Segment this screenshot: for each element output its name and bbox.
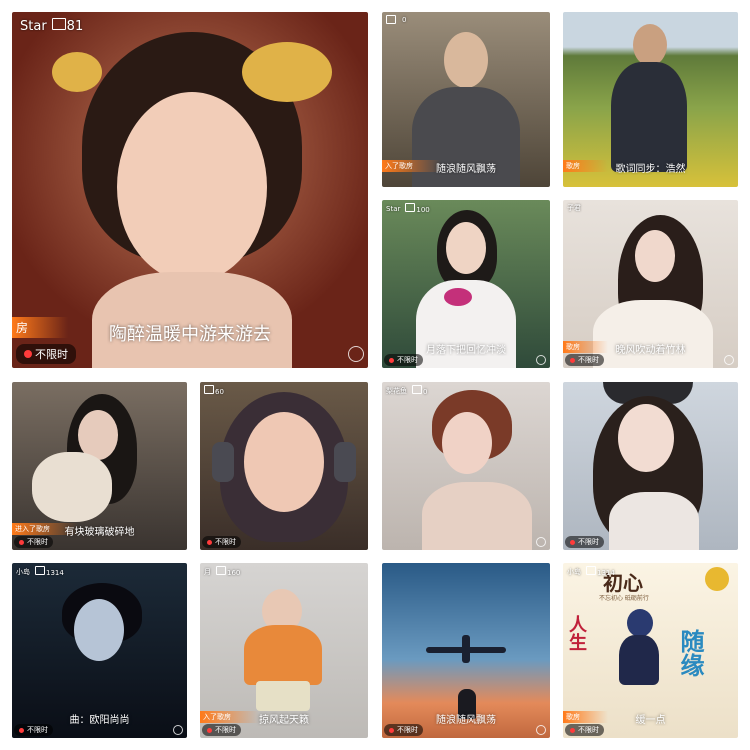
listener-count: 1314 bbox=[46, 569, 64, 577]
user-name: Star bbox=[20, 18, 47, 34]
gift-icon bbox=[51, 18, 66, 30]
user-name: 子君 bbox=[567, 204, 581, 212]
mute-icon[interactable] bbox=[173, 725, 183, 735]
mute-icon[interactable] bbox=[724, 355, 734, 365]
room-header: 月 160 bbox=[204, 566, 240, 577]
room-tile-4[interactable]: Star 100 月落下把回忆冲淡 不限时 bbox=[382, 200, 550, 368]
time-badge: 不限时 bbox=[384, 354, 423, 366]
listener-count: 0 bbox=[402, 15, 407, 24]
time-badge: 不限时 bbox=[565, 724, 604, 736]
song-lyric: 随浪随风飘荡 bbox=[436, 164, 496, 175]
live-dot-icon bbox=[389, 727, 394, 733]
time-badge: 不限时 bbox=[14, 724, 53, 736]
live-dot-icon bbox=[19, 727, 24, 733]
room-header: 梨花鱼 0 bbox=[386, 385, 427, 396]
room-tile-13[interactable]: 初心 不忘初心 砥砺前行 人生 随缘 小岛 1314 歌房 缓一点 不限时 bbox=[563, 563, 738, 738]
gift-icon bbox=[216, 566, 226, 575]
live-dot-icon bbox=[570, 727, 575, 733]
cover-photo bbox=[563, 382, 738, 550]
mute-icon[interactable] bbox=[536, 725, 546, 735]
gift-icon bbox=[386, 15, 396, 24]
live-dot-icon bbox=[207, 539, 212, 545]
room-header: 60 bbox=[204, 385, 224, 396]
room-tile-6[interactable]: 进入了歌房 有块玻璃破碎地 不限时 bbox=[12, 382, 187, 550]
time-badge: 不限时 bbox=[202, 724, 241, 736]
live-dot-icon bbox=[19, 539, 24, 545]
user-name: 月 bbox=[204, 567, 211, 576]
user-name: 小岛 bbox=[567, 567, 581, 576]
time-badge: 不限时 bbox=[565, 536, 604, 548]
room-header: 小岛 1314 bbox=[567, 566, 615, 577]
time-badge: 不限时 bbox=[16, 344, 76, 364]
song-lyric: 歌词同步：浩然 bbox=[615, 164, 686, 175]
room-tile-8[interactable]: 梨花鱼 0 bbox=[382, 382, 550, 550]
listener-count: 1314 bbox=[597, 569, 615, 577]
room-tile-7[interactable]: 60 不限时 bbox=[200, 382, 368, 550]
mute-icon[interactable] bbox=[348, 346, 364, 362]
room-tile-5[interactable]: 子君 歌房 晚风吹动着竹林 不限时 bbox=[563, 200, 738, 368]
live-dot-icon bbox=[389, 357, 394, 363]
gift-icon bbox=[412, 385, 422, 394]
gift-icon bbox=[35, 566, 45, 575]
room-tile-3[interactable]: 歌房 歌词同步：浩然 bbox=[563, 12, 738, 187]
live-dot-icon bbox=[570, 357, 575, 363]
gift-icon bbox=[405, 203, 416, 212]
room-header: 子君 bbox=[567, 203, 581, 213]
mute-icon[interactable] bbox=[536, 355, 546, 365]
cover-photo bbox=[382, 382, 550, 550]
cover-photo bbox=[200, 382, 368, 550]
song-lyric: 陶醉温暖中游来游去 bbox=[109, 324, 271, 345]
live-dot-icon bbox=[24, 350, 32, 358]
listener-count: 0 bbox=[423, 388, 428, 396]
listener-count: 81 bbox=[66, 19, 84, 34]
listener-count: 60 bbox=[215, 388, 224, 396]
room-tile-10[interactable]: 小岛 1314 曲：欧阳尚尚 不限时 bbox=[12, 563, 187, 738]
listener-count: 160 bbox=[227, 569, 241, 577]
user-name: 梨花鱼 bbox=[386, 386, 407, 395]
live-dot-icon bbox=[570, 539, 575, 545]
cover-photo bbox=[12, 12, 368, 368]
poster-subtitle: 不忘初心 砥砺前行 bbox=[599, 595, 649, 602]
room-tile-2[interactable]: 0 入了歌房 随浪随风飘荡 bbox=[382, 12, 550, 187]
room-header: 小岛 1314 bbox=[16, 566, 64, 577]
live-dot-icon bbox=[207, 727, 212, 733]
time-badge: 不限时 bbox=[384, 724, 423, 736]
user-name: Star bbox=[386, 204, 401, 213]
mute-icon[interactable] bbox=[536, 537, 546, 547]
time-badge: 不限时 bbox=[202, 536, 241, 548]
poster-left-text: 人生 bbox=[566, 615, 587, 651]
room-tile-12[interactable]: 随浪随风飘荡 不限时 bbox=[382, 563, 550, 738]
listener-count: 100 bbox=[416, 206, 430, 214]
room-tile-11[interactable]: 月 160 入了歌房 掠风起天籁 不限时 bbox=[200, 563, 368, 738]
room-tile-1[interactable]: Star 81 房 陶醉温暖中游来游去 不限时 bbox=[12, 12, 368, 368]
room-header: Star 81 bbox=[20, 18, 83, 34]
room-header: Star 100 bbox=[386, 203, 430, 214]
gift-icon bbox=[204, 385, 214, 394]
room-tile-9[interactable]: 不限时 bbox=[563, 382, 738, 550]
gift-icon bbox=[586, 566, 596, 575]
time-badge: 不限时 bbox=[14, 536, 53, 548]
time-badge: 不限时 bbox=[565, 354, 604, 366]
user-name: 小岛 bbox=[16, 567, 30, 576]
room-header: 0 bbox=[386, 15, 406, 24]
poster-right-text: 随缘 bbox=[676, 629, 704, 677]
